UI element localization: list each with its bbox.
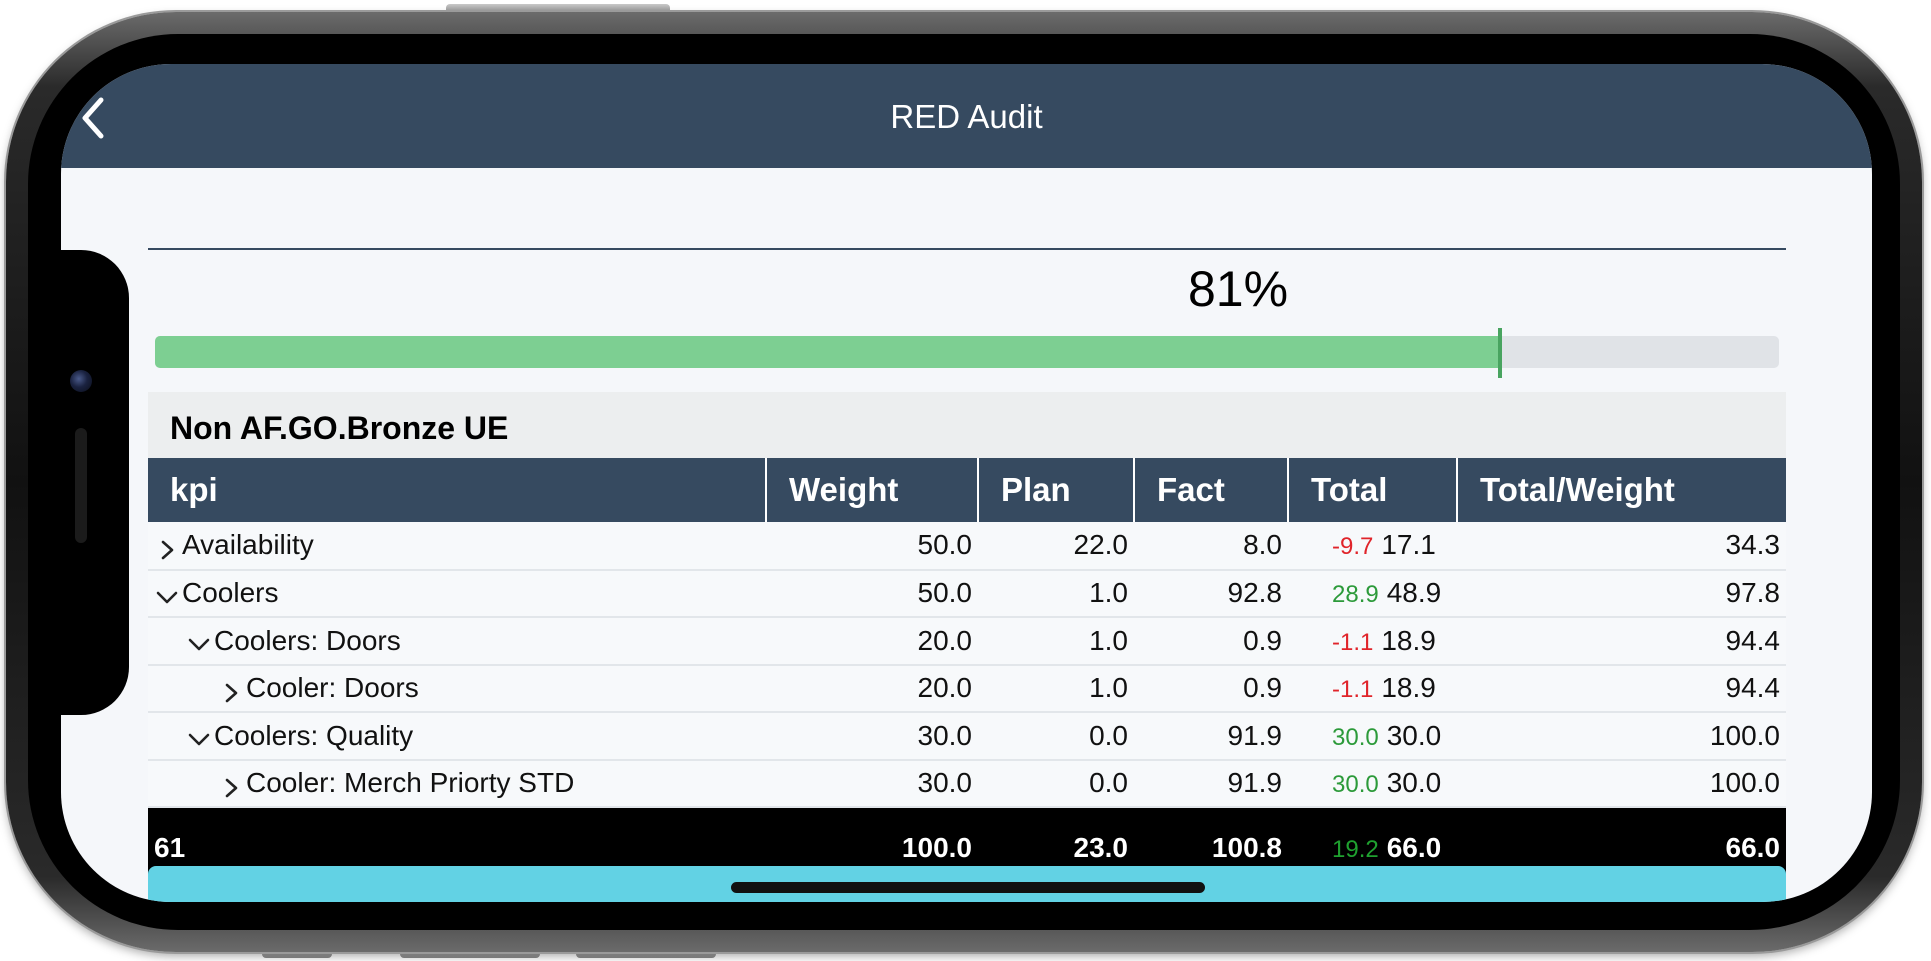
- fact-cell: 91.9: [1227, 719, 1283, 751]
- group-header: Non AF.GO.Bronze UE: [148, 392, 1786, 458]
- table-row[interactable]: Availability 50.0 22.0 8.0 -9.7 17.1 34.3: [148, 522, 1786, 570]
- weight-cell: 20.0: [917, 624, 973, 656]
- fact-cell: 0.9: [1243, 672, 1282, 704]
- chevron-down-icon[interactable]: [188, 726, 210, 748]
- plan-cell: 1.0: [1089, 672, 1128, 704]
- total-cell: 30.0 30.0: [1288, 712, 1457, 760]
- weight-cell: 30.0: [917, 767, 973, 799]
- total-value: 30.0: [1386, 719, 1442, 751]
- fact-cell: 0.9: [1243, 624, 1282, 656]
- kpi-cell[interactable]: Cooler: Doors: [148, 665, 766, 713]
- delta-value: -1.1: [1332, 676, 1374, 704]
- progress-bar: [155, 328, 1779, 378]
- total-cell: -1.1 18.9: [1288, 617, 1457, 665]
- total-value: 17.1: [1381, 529, 1436, 561]
- chevron-right-icon[interactable]: [156, 536, 178, 560]
- kpi-table: kpi Weight Plan Fact Total Total/Weight …: [148, 458, 1786, 887]
- kpi-label: Coolers: [182, 577, 279, 609]
- speaker: [75, 428, 87, 543]
- notch: [61, 250, 129, 715]
- table-row[interactable]: Coolers: Quality 30.0 0.0 91.9 30.0 30.0 100.0: [148, 712, 1786, 760]
- delta-value: -9.7: [1332, 533, 1374, 561]
- plan-cell: 1.0: [1089, 624, 1128, 656]
- table-row[interactable]: Cooler: Merch Priorty STD 30.0 0.0 91.9 30.0…: [148, 759, 1786, 808]
- kpi-cell[interactable]: Availability: [148, 522, 766, 570]
- total-cell: 28.9 48.9: [1288, 570, 1457, 618]
- delta-value: 28.9: [1332, 581, 1379, 609]
- fact-cell: 8.0: [1243, 529, 1282, 561]
- plan-cell: 22.0: [1073, 529, 1129, 561]
- delta-value: -1.1: [1332, 628, 1374, 656]
- total-value: 48.9: [1386, 577, 1442, 609]
- header-total[interactable]: Total: [1288, 458, 1458, 522]
- total-value: 18.9: [1381, 672, 1436, 704]
- total-weight-cell: 100.0: [1709, 767, 1780, 799]
- fact-cell: 92.8: [1227, 577, 1283, 609]
- total-weight-cell: 94.4: [1725, 624, 1781, 656]
- fact-cell: 91.9: [1227, 767, 1283, 799]
- page-title: RED Audit: [890, 98, 1043, 135]
- footer-delta: 19.2: [1332, 835, 1379, 863]
- kpi-cell[interactable]: Cooler: Merch Priorty STD: [148, 760, 766, 808]
- divider: [148, 248, 1786, 250]
- header-total-weight[interactable]: Total/Weight: [1457, 458, 1786, 522]
- delta-value: 30.0: [1332, 771, 1379, 799]
- header-plan[interactable]: Plan: [978, 458, 1135, 522]
- table-row[interactable]: Coolers 50.0 1.0 92.8 28.9 48.9 97.8: [148, 569, 1786, 618]
- weight-cell: 50.0: [917, 529, 973, 561]
- progress-fill: [155, 336, 1500, 368]
- footer-total-value: 66.0: [1386, 831, 1442, 863]
- app-screen: RED Audit 81% Non AF.GO.Bronze UE kpi We…: [61, 64, 1872, 902]
- total-weight-cell: 97.8: [1725, 577, 1781, 609]
- total-value: 18.9: [1381, 624, 1436, 656]
- total-cell: -9.7 17.1: [1288, 522, 1457, 570]
- kpi-cell[interactable]: Coolers: Doors: [148, 617, 766, 665]
- chevron-down-icon[interactable]: [156, 584, 178, 606]
- header-kpi[interactable]: kpi: [148, 458, 767, 522]
- group-title: Non AF.GO.Bronze UE: [170, 410, 509, 446]
- table-header-row: kpi Weight Plan Fact Total Total/Weight: [148, 458, 1786, 522]
- nav-bar: RED Audit: [61, 64, 1872, 168]
- total-cell: -1.1 18.9: [1288, 665, 1457, 713]
- kpi-cell[interactable]: Coolers: [148, 570, 766, 618]
- kpi-label: Cooler: Doors: [246, 672, 419, 704]
- plan-cell: 1.0: [1089, 577, 1128, 609]
- total-cell: 30.0 30.0: [1288, 760, 1457, 808]
- home-indicator[interactable]: [731, 882, 1205, 893]
- camera-icon: [70, 370, 92, 392]
- progress-percent-label: 81%: [1187, 261, 1289, 317]
- plan-cell: 0.0: [1089, 767, 1128, 799]
- progress-marker: [1497, 328, 1502, 378]
- kpi-label: Coolers: Quality: [214, 719, 414, 751]
- total-weight-cell: 34.3: [1725, 529, 1781, 561]
- weight-cell: 50.0: [917, 577, 973, 609]
- kpi-label: Coolers: Doors: [214, 624, 401, 656]
- chevron-down-icon[interactable]: [188, 631, 210, 653]
- kpi-label: Availability: [182, 529, 314, 561]
- weight-cell: 30.0: [917, 719, 973, 751]
- plan-cell: 0.0: [1089, 719, 1128, 751]
- total-value: 30.0: [1386, 767, 1442, 799]
- total-weight-cell: 100.0: [1709, 719, 1780, 751]
- table-row[interactable]: Cooler: Doors 20.0 1.0 0.9 -1.1 18.9 94.4: [148, 664, 1786, 713]
- total-weight-cell: 94.4: [1725, 672, 1781, 704]
- chevron-right-icon[interactable]: [220, 774, 242, 798]
- chevron-right-icon[interactable]: [220, 679, 242, 703]
- table-row[interactable]: Coolers: Doors 20.0 1.0 0.9 -1.1 18.9 94.4: [148, 617, 1786, 665]
- kpi-label: Cooler: Merch Priorty STD: [246, 767, 575, 799]
- weight-cell: 20.0: [917, 672, 973, 704]
- delta-value: 30.0: [1332, 723, 1379, 751]
- kpi-cell[interactable]: Coolers: Quality: [148, 712, 766, 760]
- header-fact[interactable]: Fact: [1134, 458, 1289, 522]
- header-weight[interactable]: Weight: [766, 458, 979, 522]
